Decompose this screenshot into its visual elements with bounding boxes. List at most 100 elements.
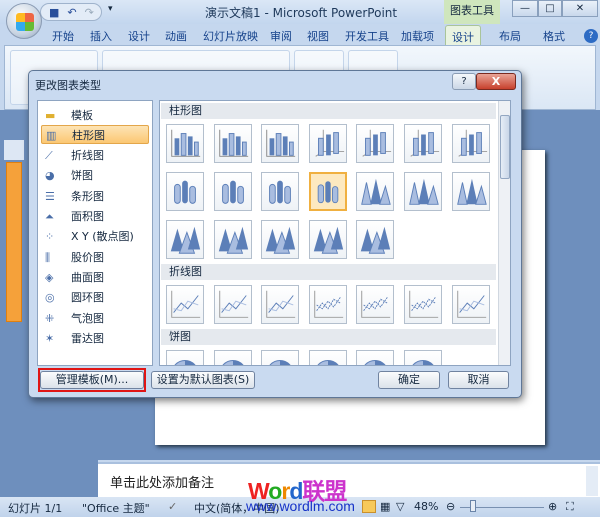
surface-chart-icon: ◈ (45, 270, 54, 284)
col-chart-subtype[interactable] (261, 124, 300, 163)
notes-placeholder[interactable]: 单击此处添加备注 (110, 472, 214, 491)
cone-chart-subtype[interactable] (404, 172, 442, 211)
pie-chart-subtype[interactable] (308, 350, 347, 365)
tab-6[interactable]: 视图 (307, 28, 329, 44)
col3d-chart-subtype[interactable] (451, 124, 490, 163)
pie-chart-subtype[interactable] (404, 350, 442, 365)
pyr-chart-subtype[interactable] (356, 220, 395, 259)
col3d-chart-subtype[interactable] (404, 124, 442, 163)
linem-chart-icon (314, 290, 343, 318)
cone-chart-icon (409, 178, 439, 205)
cyl-chart-subtype[interactable] (213, 172, 252, 211)
chart-type-5[interactable]: ⏶ 面积图 (41, 207, 149, 226)
col3d-chart-subtype[interactable] (308, 124, 347, 163)
chart-type-6[interactable]: ⁘ X Y (散点图) (41, 227, 149, 246)
zoom-level[interactable]: 48% (414, 500, 438, 513)
cyl-chart-icon (174, 180, 196, 204)
save-icon[interactable]: ■ (49, 6, 59, 19)
tab-3[interactable]: 动画 (165, 28, 187, 44)
cyl-chart-subtype[interactable] (308, 172, 347, 211)
pie-chart-subtype[interactable] (261, 350, 300, 365)
linem-chart-subtype[interactable] (404, 285, 442, 324)
pyr-chart-subtype[interactable] (213, 220, 252, 259)
tab-10[interactable]: 布局 (499, 28, 521, 44)
dialog-help-button[interactable]: ? (452, 73, 476, 90)
zoom-in-icon[interactable]: ⊕ (548, 500, 557, 513)
col-chart-subtype[interactable] (166, 124, 204, 163)
tab-7[interactable]: 开发工具 (345, 28, 389, 44)
chart-type-0[interactable]: ▬ 模板 (41, 105, 149, 124)
tab-8[interactable]: 加载项 (401, 28, 434, 44)
slide-sorter-icon[interactable]: ▦ (380, 500, 390, 513)
line-chart-subtype[interactable] (261, 285, 300, 324)
chart-type-1[interactable]: ▥ 柱形图 (41, 125, 149, 145)
col3d-chart-icon (410, 129, 440, 157)
col-chart-subtype[interactable] (213, 124, 252, 163)
chart-subtype-gallery: 柱形图 折线图 饼图 (159, 100, 511, 366)
tab-1[interactable]: 插入 (90, 28, 112, 44)
chart-type-10[interactable]: ⁜ 气泡图 (41, 308, 149, 327)
tab-4[interactable]: 幻灯片放映 (203, 28, 258, 44)
chart-type-label: 面积图 (71, 210, 104, 223)
chart-type-9[interactable]: ◎ 圆环图 (41, 288, 149, 307)
cyl-chart-subtype[interactable] (261, 172, 300, 211)
slide-counter: 幻灯片 1/1 (8, 502, 63, 515)
pyr-chart-subtype[interactable] (261, 220, 300, 259)
cyl-chart-icon (317, 181, 339, 204)
line-chart-subtype[interactable] (213, 285, 252, 324)
tab-0[interactable]: 开始 (52, 28, 74, 44)
zoom-slider[interactable] (469, 500, 476, 512)
chart-type-8[interactable]: ◈ 曲面图 (41, 267, 149, 286)
cone-chart-subtype[interactable] (356, 172, 395, 211)
minimize-button[interactable]: — (512, 0, 538, 17)
linem-chart-subtype[interactable] (356, 285, 395, 324)
cyl-chart-subtype[interactable] (166, 172, 204, 211)
pie-chart-subtype[interactable] (356, 350, 395, 365)
chart-type-11[interactable]: ✶ 雷达图 (41, 328, 149, 347)
close-window-button[interactable]: ✕ (562, 0, 598, 17)
redo-icon[interactable]: ↷ (85, 6, 94, 19)
gallery-scrollbar[interactable] (498, 101, 510, 365)
line3d-chart-subtype[interactable] (451, 285, 490, 324)
pyr-chart-subtype[interactable] (166, 220, 204, 259)
notes-scrollbar[interactable] (586, 466, 598, 496)
pie-chart-subtype[interactable] (166, 350, 204, 365)
col3d-chart-subtype[interactable] (356, 124, 395, 163)
line-chart-subtype[interactable] (166, 285, 204, 324)
qat-customize-icon[interactable]: ▾ (108, 4, 113, 14)
chart-type-label: 曲面图 (71, 270, 104, 284)
chart-type-2[interactable]: ⟋ 折线图 (41, 146, 149, 165)
slideshow-icon[interactable]: ▽ (396, 500, 404, 513)
office-button[interactable] (6, 3, 42, 39)
slide-thumbnail[interactable] (6, 162, 22, 322)
tab-11[interactable]: 格式 (543, 28, 565, 44)
cone-chart-subtype[interactable] (451, 172, 490, 211)
notes-pane[interactable]: 单击此处添加备注 (98, 462, 600, 498)
chart-type-7[interactable]: ⫼ 股价图 (41, 247, 149, 266)
chart-type-3[interactable]: ◕ 饼图 (41, 166, 149, 185)
office-logo-icon (16, 13, 34, 31)
pie-chart-subtype[interactable] (213, 350, 252, 365)
chart-type-4[interactable]: ☰ 条形图 (41, 186, 149, 205)
cone-chart-icon (456, 178, 487, 205)
ok-button[interactable]: 确定 (378, 371, 440, 389)
help-icon[interactable]: ? (584, 29, 598, 43)
zoom-out-icon[interactable]: ⊖ (446, 500, 455, 513)
watermark-url: www.wordlm.com (246, 498, 355, 514)
pyr-chart-subtype[interactable] (308, 220, 347, 259)
pie-chart-icon (269, 360, 291, 365)
cancel-button[interactable]: 取消 (448, 371, 509, 389)
tab-5[interactable]: 审阅 (270, 28, 292, 44)
fit-window-icon[interactable]: ⛶ (566, 500, 574, 514)
spellcheck-icon[interactable]: ✓ (168, 500, 177, 513)
linem-chart-subtype[interactable] (308, 285, 347, 324)
undo-icon[interactable]: ↶ (67, 6, 76, 19)
tab-2[interactable]: 设计 (128, 28, 150, 44)
maximize-button[interactable]: □ (538, 0, 562, 17)
cyl-chart-icon (269, 180, 292, 204)
dialog-close-button[interactable]: X (476, 73, 516, 90)
normal-view-icon[interactable] (362, 500, 376, 513)
tab-9[interactable]: 设计 (445, 25, 481, 46)
set-default-chart-button[interactable]: 设置为默认图表(S) (151, 371, 255, 389)
chart-type-list: ▬ 模板 ▥ 柱形图 ⟋ 折线图 ◕ 饼图 ☰ 条形图 ⏶ 面积图 ⁘ X Y (散点图) ⫼ 股价图 ◈ 曲面图… (37, 100, 153, 366)
